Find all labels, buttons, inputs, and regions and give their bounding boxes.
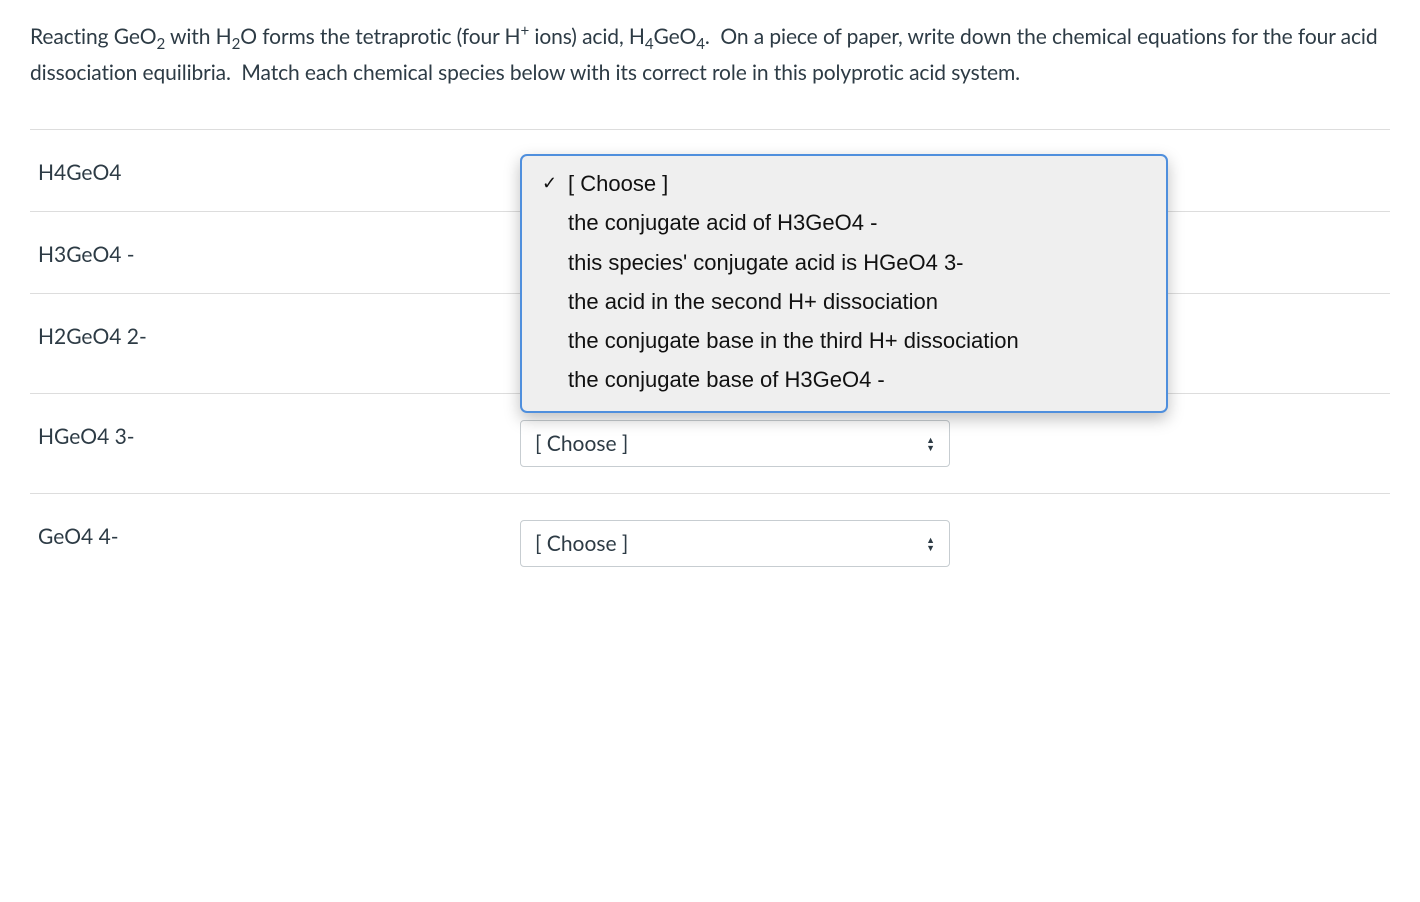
dropdown-option[interactable]: the conjugate base of H3GeO4 - — [522, 360, 1166, 399]
dropdown-option-selected[interactable]: ✓ [ Choose ] — [522, 164, 1166, 203]
option-label: the conjugate base of H3GeO4 - — [568, 362, 885, 397]
match-row: H4GeO4 ✓ [ Choose ] the conjugate acid o… — [30, 129, 1390, 211]
check-icon: ✓ — [542, 169, 568, 198]
dropdown-option[interactable]: the acid in the second H+ dissociation — [522, 282, 1166, 321]
species-label: GeO4 4- — [30, 520, 520, 549]
option-label: the conjugate base in the third H+ disso… — [568, 323, 1019, 358]
dropdown-select[interactable]: [ Choose ] ▲▼ — [520, 520, 950, 567]
species-label: H2GeO4 2- — [30, 320, 520, 349]
matching-table: H4GeO4 ✓ [ Choose ] the conjugate acid o… — [30, 129, 1390, 593]
species-label: H4GeO4 — [30, 156, 520, 185]
dropdown-select[interactable]: [ Choose ] ▲▼ — [520, 420, 950, 467]
stepper-icon: ▲▼ — [926, 436, 935, 452]
dropdown-option[interactable]: this species' conjugate acid is HGeO4 3- — [522, 243, 1166, 282]
species-label: H3GeO4 - — [30, 238, 520, 267]
dropdown-option[interactable]: the conjugate base in the third H+ disso… — [522, 321, 1166, 360]
select-placeholder: [ Choose ] — [535, 531, 628, 556]
match-row: GeO4 4- [ Choose ] ▲▼ — [30, 493, 1390, 593]
dropdown-option[interactable]: the conjugate acid of H3GeO4 - — [522, 203, 1166, 242]
option-label: the conjugate acid of H3GeO4 - — [568, 205, 877, 240]
option-label: [ Choose ] — [568, 166, 668, 201]
dropdown-menu[interactable]: ✓ [ Choose ] the conjugate acid of H3GeO… — [520, 154, 1168, 413]
option-label: the acid in the second H+ dissociation — [568, 284, 938, 319]
species-label: HGeO4 3- — [30, 420, 520, 449]
select-placeholder: [ Choose ] — [535, 431, 628, 456]
stepper-icon: ▲▼ — [926, 536, 935, 552]
option-label: this species' conjugate acid is HGeO4 3- — [568, 245, 964, 280]
question-text: Reacting GeO2 with H2O forms the tetrapr… — [30, 20, 1390, 89]
